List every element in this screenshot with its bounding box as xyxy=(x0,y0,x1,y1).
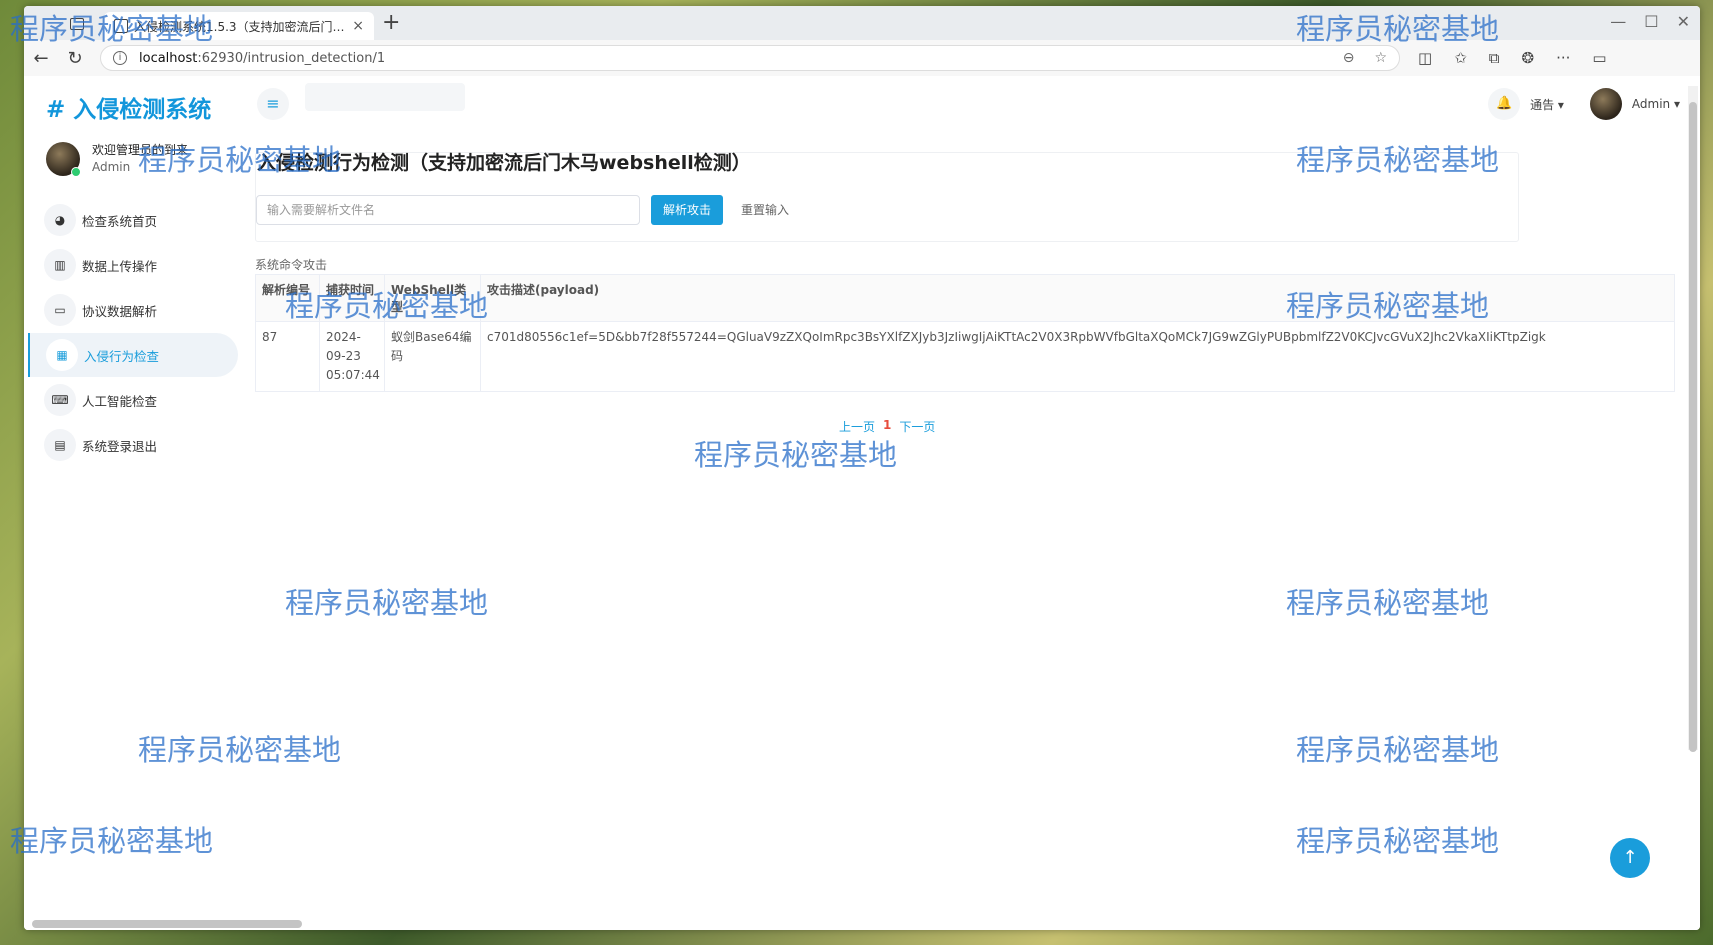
browser-tab[interactable]: 入侵检测系统1.5.3（支持加密流后门木马webshell检测） × xyxy=(104,12,374,40)
new-tab-button[interactable]: + xyxy=(382,10,400,35)
avatar xyxy=(46,142,81,177)
site-info-icon[interactable]: i xyxy=(113,51,127,65)
user-role: Admin xyxy=(92,160,131,174)
column-header[interactable]: 捕获时间 xyxy=(319,274,385,322)
column-header[interactable]: WebShell类型 xyxy=(384,274,481,322)
browser-window: 入侵检测系统1.5.3（支持加密流后门木马webshell检测） × + — ☐… xyxy=(24,6,1700,930)
online-status-dot xyxy=(71,167,81,177)
sidebar-item-label: 协议数据解析 xyxy=(82,303,158,319)
menu-toggle-icon[interactable]: ≡ xyxy=(257,88,289,120)
sidebar-item-label: 数据上传操作 xyxy=(82,258,158,274)
address-bar-row: ← ↻ i localhost:62930/intrusion_detectio… xyxy=(24,40,1700,77)
sidebar-item-protocol[interactable]: ▭ 协议数据解析 xyxy=(28,288,238,332)
sidebar-item-ai[interactable]: ⌨ 人工智能检查 xyxy=(28,378,238,422)
sidebar-item-home[interactable]: ◕ 检查系统首页 xyxy=(28,198,238,242)
collections-icon[interactable]: ⧉ xyxy=(1489,49,1500,67)
top-right-controls: 🔔 通告 ▾ Admin ▾ xyxy=(1488,88,1680,120)
sidebar-item-logout[interactable]: ▤ 系统登录退出 xyxy=(28,423,238,467)
browser-toolbar: ◫ ✩ ⧉ ❂ ··· ▭ xyxy=(1418,49,1607,67)
attack-table: 解析编号 捕获时间 WebShell类型 攻击描述(payload) 87 20… xyxy=(255,274,1675,392)
avatar[interactable] xyxy=(1589,88,1622,120)
file-icon: ▤ xyxy=(44,429,76,461)
sidebar-item-label: 入侵行为检查 xyxy=(84,348,160,364)
back-icon[interactable]: ← xyxy=(24,48,58,69)
tab-actions-icon[interactable] xyxy=(70,18,84,30)
page-icon xyxy=(114,19,128,33)
bell-icon[interactable]: 🔔 xyxy=(1488,88,1521,120)
brand-title[interactable]: # 入侵检测系统 xyxy=(46,90,211,124)
vertical-scrollbar[interactable] xyxy=(1688,86,1698,752)
extensions-icon[interactable]: ❂ xyxy=(1521,49,1534,67)
dashboard-icon: ◕ xyxy=(44,204,76,236)
url-path: :62930/intrusion_detection/1 xyxy=(197,50,386,66)
grid-icon: ▦ xyxy=(46,339,78,371)
url-field[interactable]: i localhost:62930/intrusion_detection/1 … xyxy=(100,45,1400,71)
more-icon[interactable]: ··· xyxy=(1556,49,1570,67)
browser-tab-bar: 入侵检测系统1.5.3（支持加密流后门木马webshell检测） × + — ☐… xyxy=(24,6,1700,40)
cell-time: 2024-09-23 05:07:44 xyxy=(319,321,385,392)
sidebar-menu: ◕ 检查系统首页 ▥ 数据上传操作 ▭ 协议数据解析 ▦ 入侵行为检查 ⌨ 人工… xyxy=(28,198,238,468)
url-host: localhost xyxy=(139,50,198,66)
main-content: ≡ 🔔 通告 ▾ Admin ▾ 入侵检测行为检测（支持加密流后门木马websh… xyxy=(239,76,1700,930)
sidebar-item-intrusion[interactable]: ▦ 入侵行为检查 xyxy=(28,333,238,377)
reset-input-button[interactable]: 重置输入 xyxy=(741,195,789,225)
app-container: # 入侵检测系统 欢迎管理员的到来 Admin ◕ 检查系统首页 ▥ 数据上传操… xyxy=(24,76,1700,930)
sidebar-item-upload[interactable]: ▥ 数据上传操作 xyxy=(28,243,238,287)
keyboard-icon: ⌨ xyxy=(44,384,76,416)
analyze-attack-button[interactable]: 解析攻击 xyxy=(651,195,723,225)
scrollbar-thumb[interactable] xyxy=(1689,102,1697,752)
horizontal-scrollbar[interactable] xyxy=(32,920,302,928)
refresh-icon[interactable]: ↻ xyxy=(58,48,92,69)
column-header[interactable]: 解析编号 xyxy=(255,274,320,322)
cell-id: 87 xyxy=(255,321,320,392)
back-to-top-button[interactable]: ↑ xyxy=(1610,838,1650,878)
current-page[interactable]: 1 xyxy=(883,418,891,435)
cell-payload: c701d80556c1ef=5D&bb7f28f557244=QGluaV9z… xyxy=(480,321,1675,392)
laptop-icon: ▭ xyxy=(44,294,76,326)
minimize-icon[interactable]: — xyxy=(1610,12,1626,31)
cell-type: 蚁剑Base64编码 xyxy=(384,321,481,392)
split-screen-icon[interactable]: ◫ xyxy=(1418,49,1432,67)
table-row[interactable]: 87 2024-09-23 05:07:44 蚁剑Base64编码 c701d8… xyxy=(255,321,1675,392)
close-window-icon[interactable]: ✕ xyxy=(1677,12,1690,31)
zoom-icon[interactable]: ⊖ xyxy=(1343,50,1355,66)
filename-input[interactable] xyxy=(256,195,640,225)
next-page-link[interactable]: 下一页 xyxy=(899,418,935,435)
close-tab-icon[interactable]: × xyxy=(352,18,364,34)
table-header-row: 解析编号 捕获时间 WebShell类型 攻击描述(payload) xyxy=(255,274,1675,322)
pagination: 上一页 1 下一页 xyxy=(839,418,935,435)
sidebar-item-label: 人工智能检查 xyxy=(82,393,158,409)
tab-title: 入侵检测系统1.5.3（支持加密流后门木马webshell检测） xyxy=(134,19,352,34)
maximize-icon[interactable]: ☐ xyxy=(1644,12,1658,31)
prev-page-link[interactable]: 上一页 xyxy=(839,418,875,435)
sidebar: # 入侵检测系统 欢迎管理员的到来 Admin ◕ 检查系统首页 ▥ 数据上传操… xyxy=(24,76,239,930)
favorites-icon[interactable]: ✩ xyxy=(1454,49,1467,67)
top-search-box[interactable] xyxy=(305,83,465,111)
user-profile: 欢迎管理员的到来 Admin xyxy=(46,142,189,177)
column-header[interactable]: 攻击描述(payload) xyxy=(480,274,1675,322)
page-title: 入侵检测行为检测（支持加密流后门木马webshell检测） xyxy=(257,152,751,174)
window-controls: — ☐ ✕ xyxy=(1610,12,1690,31)
bar-chart-icon: ▥ xyxy=(44,249,76,281)
sidebar-item-label: 检查系统首页 xyxy=(82,213,158,229)
user-dropdown[interactable]: Admin ▾ xyxy=(1632,97,1680,111)
section-label: 系统命令攻击 xyxy=(255,258,328,272)
notice-dropdown[interactable]: 通告 ▾ xyxy=(1530,96,1564,113)
favorite-star-icon[interactable]: ☆ xyxy=(1374,50,1387,66)
sidebar-item-label: 系统登录退出 xyxy=(82,438,158,454)
welcome-text: 欢迎管理员的到来 xyxy=(92,143,189,157)
sidebar-toggle-icon[interactable]: ▭ xyxy=(1592,49,1606,67)
